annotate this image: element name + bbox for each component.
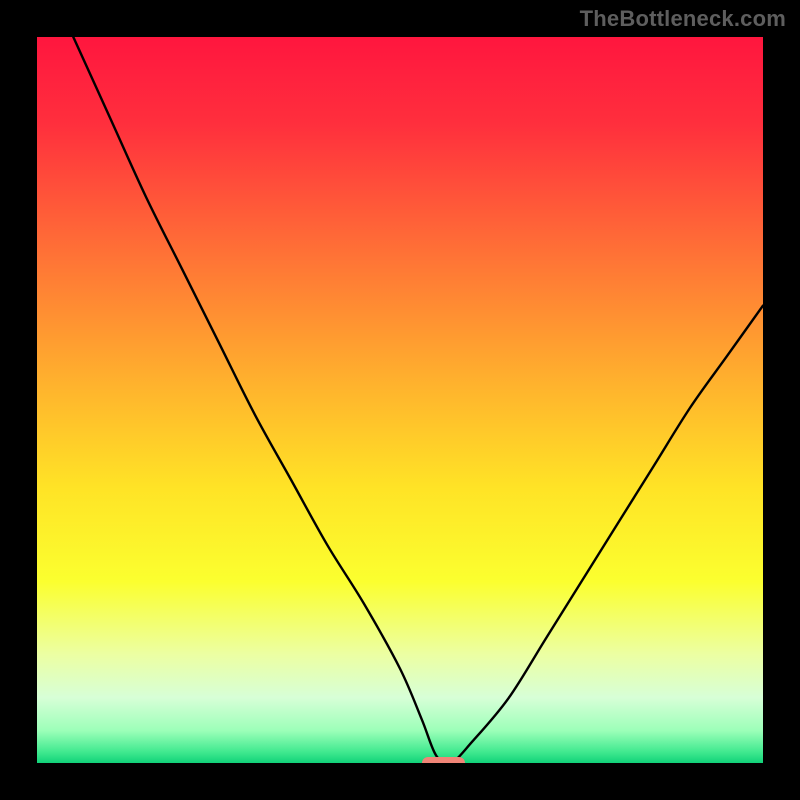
chart-frame: TheBottleneck.com: [0, 0, 800, 800]
plot-area: [37, 37, 763, 763]
watermark-text: TheBottleneck.com: [580, 6, 786, 32]
optimal-marker: [422, 757, 466, 763]
bottleneck-curve: [37, 37, 763, 763]
